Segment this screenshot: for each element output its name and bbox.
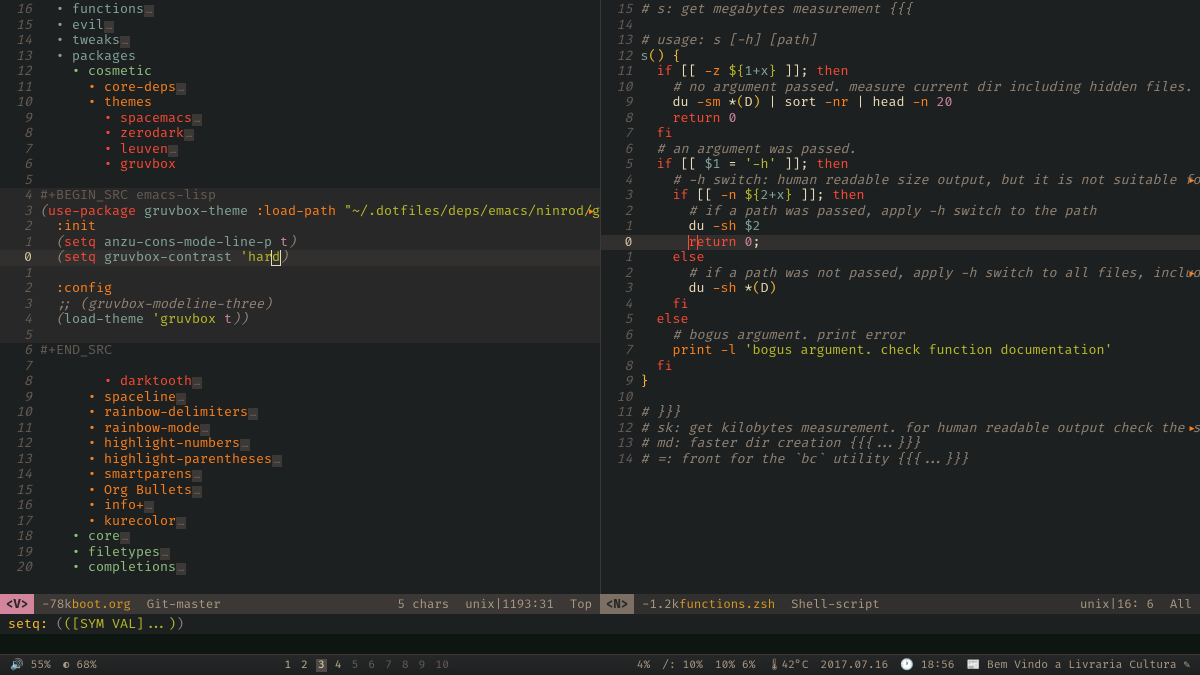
scroll-pos: All — [1162, 594, 1200, 614]
buffer-modified: - — [42, 597, 49, 612]
workspace-6[interactable]: 6 — [366, 659, 377, 672]
disk-widget: /: 10% — [662, 659, 703, 672]
encoding: unix — [1080, 597, 1110, 612]
buffer-name: boot.org — [72, 597, 131, 612]
right-code-body[interactable]: 15# s: get megabytes measurement {{{1413… — [601, 0, 1200, 594]
temp-widget: 🌡42°C — [767, 658, 808, 672]
left-pane[interactable]: 16 • functions…15 • evil…14 • tweaks…13 … — [0, 0, 601, 594]
major-mode: Shell-script — [783, 594, 888, 614]
modeline-right[interactable]: <N> - 1.2k functions.zsh Shell-script un… — [600, 594, 1200, 614]
cursor-pos: 1193:31 — [502, 597, 554, 612]
buffer-modified: - — [642, 597, 649, 612]
eldoc-args: ([SYM VAL]...) — [64, 616, 176, 632]
buffer-name: functions.zsh — [679, 597, 775, 612]
workspace-4[interactable]: 4 — [333, 659, 344, 672]
buffer-size: 78k — [50, 597, 72, 612]
workspace-3[interactable]: 3 — [316, 659, 327, 672]
brightness-widget[interactable]: ◐ 68% — [63, 659, 97, 672]
time-widget: 🕐 18:56 — [900, 658, 954, 672]
scroll-pos: Top — [562, 594, 600, 614]
clock-icon: 🕐 — [900, 659, 914, 672]
workspace-1[interactable]: 1 — [282, 659, 293, 672]
workspace-8[interactable]: 8 — [400, 659, 411, 672]
buffer-size: 1.2k — [650, 597, 680, 612]
workspace-2[interactable]: 2 — [299, 659, 310, 672]
modeline-left[interactable]: <V> - 78k boot.org Git-master 5 chars un… — [0, 594, 600, 614]
news-widget[interactable]: 📰 Bem Vindo a Livraria Cultura ✎ — [967, 658, 1190, 672]
modeline-row: <V> - 78k boot.org Git-master 5 chars un… — [0, 594, 1200, 614]
cpu-widget: 4% — [637, 659, 651, 672]
selection-info: 5 chars — [390, 594, 458, 614]
mem-widget: 10% 6% — [715, 659, 756, 672]
volume-icon: 🔊 — [10, 659, 24, 672]
cursor-pos: 16: 6 — [1117, 597, 1154, 612]
brightness-icon: ◐ — [63, 659, 70, 672]
evil-state-badge: <V> — [0, 594, 34, 614]
evil-state-badge: <N> — [600, 594, 634, 614]
desktop-bar: 🔊 55% ◐ 68% 123456789 10 4% /: 10% 10% 6%… — [0, 654, 1200, 675]
workspace-9[interactable]: 9 — [417, 659, 428, 672]
minibuffer[interactable]: setq: (([SYM VAL]...)) — [0, 614, 1200, 634]
right-pane[interactable]: 15# s: get megabytes measurement {{{1413… — [601, 0, 1200, 594]
left-code-body[interactable]: 16 • functions…15 • evil…14 • tweaks…13 … — [0, 0, 600, 594]
eldoc-fn: setq: — [8, 616, 48, 632]
volume-widget[interactable]: 🔊 55% — [10, 658, 51, 672]
encoding: unix — [465, 597, 495, 612]
workspace-7[interactable]: 7 — [383, 659, 394, 672]
workspace-5[interactable]: 5 — [350, 659, 361, 672]
editor-area: 16 • functions…15 • evil…14 • tweaks…13 … — [0, 0, 1200, 594]
vc-branch: Git-master — [139, 594, 229, 614]
workspace-list[interactable]: 123456789 10 — [97, 659, 637, 672]
date-widget: 2017.07.16 — [821, 659, 889, 672]
workspace-10[interactable]: 10 — [433, 659, 451, 672]
